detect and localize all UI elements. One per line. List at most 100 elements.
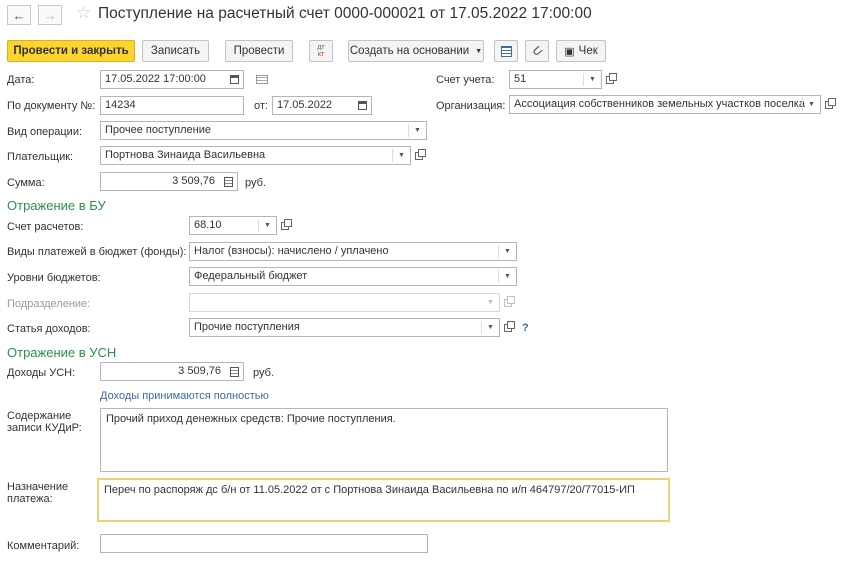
- kudir-label-line2: записи КУДиР:: [7, 422, 82, 434]
- paperclip-icon: ⊂: [527, 41, 546, 60]
- organization-value: Ассоциация собственников земельных участ…: [514, 98, 805, 110]
- chevron-down-icon[interactable]: ▼: [393, 147, 410, 164]
- chevron-down-icon[interactable]: ▼: [803, 96, 820, 113]
- organization-open-button[interactable]: [821, 95, 837, 114]
- settlement-account-field[interactable]: 68.10 ▼: [189, 216, 277, 235]
- dt-kt-button[interactable]: дт кт: [309, 40, 333, 62]
- kudir-content-textarea[interactable]: Прочий приход денежных средств: Прочие п…: [100, 408, 668, 472]
- payer-open-button[interactable]: [411, 146, 427, 165]
- section-bu-title: Отражение в БУ: [7, 198, 106, 213]
- printer-icon: ▣: [564, 45, 575, 58]
- from-date-field[interactable]: 17.05.2022: [272, 96, 372, 115]
- chevron-down-icon: ▼: [475, 47, 483, 55]
- doc-number-field[interactable]: 14234: [100, 96, 244, 115]
- memo-icon[interactable]: [256, 75, 268, 84]
- account-open-button[interactable]: [602, 70, 618, 89]
- calendar-button[interactable]: [354, 97, 371, 114]
- income-item-value: Прочие поступления: [194, 321, 300, 333]
- chevron-down-icon[interactable]: ▼: [259, 217, 276, 234]
- income-item-open-button[interactable]: [500, 318, 516, 337]
- calendar-icon: [358, 101, 367, 110]
- save-button[interactable]: Записать: [142, 40, 209, 62]
- payer-field[interactable]: Портнова Зинаида Васильевна ▼: [100, 146, 411, 165]
- kudir-content-value: Прочий приход денежных средств: Прочие п…: [106, 413, 396, 425]
- budget-levels-label: Уровни бюджетов:: [7, 272, 101, 284]
- payment-types-value: Налог (взносы): начислено / уплачено: [194, 245, 389, 257]
- budget-levels-value: Федеральный бюджет: [194, 270, 308, 282]
- doc-number-value: 14234: [105, 99, 136, 111]
- create-based-on-label: Создать на основании: [349, 45, 470, 57]
- organization-field[interactable]: Ассоциация собственников земельных участ…: [509, 95, 821, 114]
- calculator-icon: [224, 176, 233, 187]
- calculator-button[interactable]: [226, 363, 243, 380]
- division-open-button[interactable]: [500, 293, 516, 312]
- create-based-on-button[interactable]: Создать на основании ▼: [348, 40, 484, 62]
- section-usn-title: Отражение в УСН: [7, 345, 117, 360]
- account-label: Счет учета:: [436, 74, 495, 86]
- back-button[interactable]: ←: [7, 5, 31, 25]
- forward-button[interactable]: →: [38, 5, 62, 25]
- payer-value: Портнова Зинаида Васильевна: [105, 149, 266, 161]
- chevron-down-icon[interactable]: ▼: [584, 71, 601, 88]
- arrow-right-icon: →: [43, 7, 57, 23]
- settlement-account-open-button[interactable]: [277, 216, 293, 235]
- calendar-button[interactable]: [226, 71, 243, 88]
- arrow-left-icon: ←: [12, 7, 26, 23]
- date-value: 17.05.2022 17:00:00: [105, 73, 206, 85]
- settlement-account-label: Счет расчетов:: [7, 221, 84, 233]
- kudir-label-line1: Содержание: [7, 410, 72, 422]
- page-title: Поступление на расчетный счет 0000-00002…: [98, 5, 592, 22]
- division-label: Подразделение:: [7, 298, 91, 310]
- open-window-icon: [415, 148, 426, 160]
- sum-field[interactable]: 3 509,76: [100, 172, 238, 191]
- dt-kt-icon-top: дт: [317, 44, 325, 51]
- chevron-down-icon[interactable]: ▼: [499, 268, 516, 285]
- post-button[interactable]: Провести: [225, 40, 293, 62]
- calendar-icon: [230, 75, 239, 84]
- open-window-icon: [281, 218, 292, 230]
- calculator-button[interactable]: [220, 173, 237, 190]
- sum-value: 3 509,76: [172, 175, 215, 187]
- income-item-label: Статья доходов:: [7, 323, 91, 335]
- open-window-icon: [825, 97, 836, 109]
- chevron-down-icon[interactable]: ▼: [409, 122, 426, 139]
- payment-types-field[interactable]: Налог (взносы): начислено / уплачено ▼: [189, 242, 517, 261]
- calculator-icon: [230, 366, 239, 377]
- dt-kt-icon-bottom: кт: [317, 51, 325, 58]
- operation-type-field[interactable]: Прочее поступление ▼: [100, 121, 427, 140]
- comment-label: Комментарий:: [7, 540, 80, 552]
- income-item-field[interactable]: Прочие поступления ▼: [189, 318, 500, 337]
- purpose-label-line1: Назначение: [7, 481, 69, 493]
- usn-currency: руб.: [253, 367, 274, 379]
- payment-types-label: Виды платежей в бюджет (фонды):: [7, 246, 187, 258]
- doc-number-label: По документу №:: [7, 100, 96, 112]
- income-accepted-link[interactable]: Доходы принимаются полностью: [100, 390, 269, 402]
- receipt-button[interactable]: ▣ Чек: [556, 40, 606, 62]
- chevron-down-icon[interactable]: ▼: [482, 319, 499, 336]
- chevron-down-icon[interactable]: ▼: [482, 294, 499, 311]
- date-label: Дата:: [7, 74, 35, 86]
- open-window-icon: [504, 320, 515, 332]
- post-and-close-button[interactable]: Провести и закрыть: [7, 40, 135, 62]
- division-field[interactable]: ▼: [189, 293, 500, 312]
- usn-income-field[interactable]: 3 509,76: [100, 362, 244, 381]
- date-field[interactable]: 17.05.2022 17:00:00: [100, 70, 244, 89]
- payment-purpose-value: Переч по распоряж дс б/н от 11.05.2022 о…: [104, 484, 635, 496]
- organization-label: Организация:: [436, 100, 506, 112]
- purpose-label-line2: платежа:: [7, 493, 53, 505]
- payment-purpose-textarea[interactable]: Переч по распоряж дс б/н от 11.05.2022 о…: [97, 478, 670, 522]
- usn-income-value: 3 509,76: [178, 365, 221, 377]
- report-button[interactable]: [494, 40, 518, 62]
- comment-field[interactable]: [100, 534, 428, 553]
- favorite-star-icon[interactable]: ☆: [76, 3, 91, 23]
- operation-type-value: Прочее поступление: [105, 124, 211, 136]
- help-icon[interactable]: ?: [522, 322, 529, 334]
- payer-label: Плательщик:: [7, 151, 74, 163]
- operation-type-label: Вид операции:: [7, 126, 83, 138]
- open-window-icon: [504, 295, 515, 307]
- budget-levels-field[interactable]: Федеральный бюджет ▼: [189, 267, 517, 286]
- account-field[interactable]: 51 ▼: [509, 70, 602, 89]
- sum-label: Сумма:: [7, 177, 45, 189]
- attach-button[interactable]: ⊂: [525, 40, 549, 62]
- chevron-down-icon[interactable]: ▼: [499, 243, 516, 260]
